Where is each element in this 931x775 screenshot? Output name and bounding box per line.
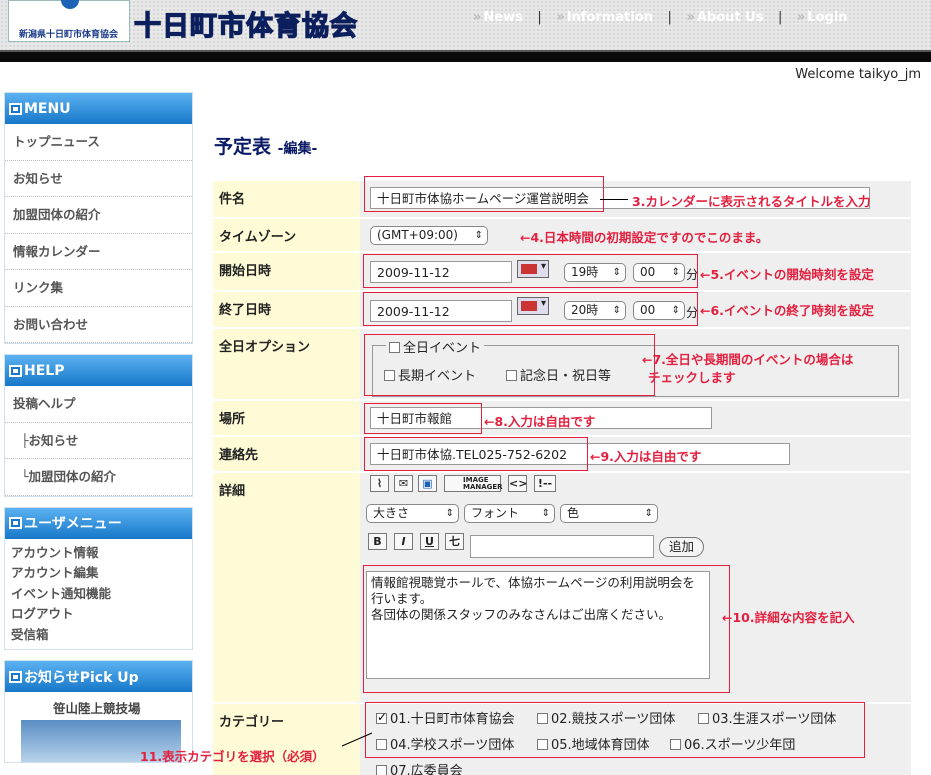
attach-icon[interactable]: ⌇ bbox=[370, 475, 389, 492]
double-chevron-icon: » bbox=[686, 10, 695, 25]
highlight-box bbox=[364, 403, 482, 434]
row-subject: 件名 十日町市体協ホームページ運営説明会 3.カレンダーに表示されるタイトルを入… bbox=[213, 176, 911, 219]
row-contact: 連絡先 十日町市体協.TEL025-752-6202 ←9.入力は自由です bbox=[213, 437, 911, 473]
event-edit-form: 件名 十日町市体協ホームページ運営説明会 3.カレンダーに表示されるタイトルを入… bbox=[213, 176, 911, 775]
user-menu-title: ユーザメニュー bbox=[5, 507, 192, 539]
contact-label: 連絡先 bbox=[213, 437, 360, 471]
sidebar-item-top-news[interactable]: トップニュース bbox=[5, 124, 192, 161]
note-place: ←8.入力は自由です bbox=[484, 414, 596, 429]
font-size-select[interactable]: 大きさ bbox=[366, 504, 459, 523]
site-header: 新潟県十日町市体育協会 十日町市体育協会 » News | » Informatio… bbox=[0, 0, 931, 62]
start-label: 開始日時 bbox=[213, 253, 360, 290]
image-icon[interactable]: ▣ bbox=[418, 475, 437, 492]
sidebar-item-links[interactable]: リンク集 bbox=[5, 270, 192, 307]
highlight-box bbox=[363, 254, 698, 288]
panel-icon bbox=[9, 517, 22, 529]
user-item-event-notify[interactable]: イベント通知機能 bbox=[5, 584, 192, 605]
help-item-notices[interactable]: ├お知らせ bbox=[5, 423, 192, 459]
double-chevron-icon: » bbox=[473, 10, 482, 25]
row-timezone: タイムゾーン (GMT+09:00) ←4.日本時間の初期設定ですのでこのまま。 bbox=[213, 219, 911, 253]
note-category: 11.表示カテゴリを選択（必須） bbox=[140, 749, 325, 764]
nav-login[interactable]: Login bbox=[807, 10, 847, 25]
bold-button[interactable]: B bbox=[368, 533, 387, 550]
highlight-box bbox=[364, 176, 604, 212]
logo-small-text: 新潟県十日町市体育協会 bbox=[19, 30, 119, 40]
row-place: 場所 十日町市報館 ←8.入力は自由です bbox=[213, 401, 911, 437]
highlight-box bbox=[364, 334, 655, 396]
nav-information[interactable]: Information bbox=[567, 10, 653, 25]
help-panel-title: HELP bbox=[5, 355, 192, 386]
row-start: 開始日時 2009-11-12 19時 00 分 ←5.イベントの開始時刻を設定 bbox=[213, 253, 911, 292]
panel-icon bbox=[9, 364, 22, 377]
pickup-panel-title: お知らせPick Up bbox=[5, 661, 192, 692]
highlight-box bbox=[364, 437, 588, 471]
mail-icon[interactable]: ✉ bbox=[394, 475, 413, 492]
menu-panel: MENU トップニュース お知らせ 加盟団体の紹介 情報カレンダー リンク集 お… bbox=[4, 92, 193, 344]
code-button[interactable]: <> bbox=[508, 475, 527, 492]
font-family-select[interactable]: フォント bbox=[464, 504, 555, 523]
note-end: ←6.イベントの終了時刻を設定 bbox=[700, 303, 874, 318]
comment-button[interactable]: !-- bbox=[534, 475, 556, 492]
row-end: 終了日時 2009-11-12 20時 00 分 ←6.イベントの終了時刻を設定 bbox=[213, 292, 911, 329]
double-chevron-icon: » bbox=[796, 10, 806, 25]
user-menu-panel: ユーザメニュー アカウント情報 アカウント編集 イベント通知機能 ログアウト 受… bbox=[4, 506, 193, 650]
header-bar bbox=[0, 50, 931, 62]
sidebar-item-contact[interactable]: お問い合わせ bbox=[5, 307, 192, 343]
help-panel: HELP 投稿ヘルプ ├お知らせ └加盟団体の紹介 bbox=[4, 354, 193, 497]
allday-label: 全日オプション bbox=[213, 329, 360, 399]
user-item-account-info[interactable]: アカウント情報 bbox=[5, 543, 192, 564]
add-button[interactable]: 追加 bbox=[659, 537, 705, 557]
image-manager-button[interactable]: IMAGE MANAGER bbox=[444, 475, 503, 492]
welcome-text: Welcome taikyo_jm bbox=[795, 67, 921, 82]
nav-news[interactable]: News bbox=[483, 10, 522, 25]
help-item-posting[interactable]: 投稿ヘルプ bbox=[5, 386, 192, 423]
note-start: ←5.イベントの開始時刻を設定 bbox=[700, 267, 874, 282]
menu-panel-title: MENU bbox=[5, 93, 192, 124]
site-logo[interactable]: 新潟県十日町市体育協会 bbox=[8, 0, 130, 42]
detail-label: 詳細 bbox=[213, 473, 360, 702]
note-contact: ←9.入力は自由です bbox=[590, 449, 702, 464]
sidebar-item-groups[interactable]: 加盟団体の紹介 bbox=[5, 197, 192, 234]
strike-button[interactable]: 七 bbox=[445, 533, 464, 550]
note-allday-2: チェックします bbox=[648, 370, 736, 385]
note-detail: ←10.詳細な内容を記入 bbox=[722, 610, 855, 625]
place-label: 場所 bbox=[213, 401, 360, 435]
highlight-box bbox=[363, 292, 698, 326]
end-label: 終了日時 bbox=[213, 292, 360, 327]
top-nav: » News | » Information | » About Us | » Logi… bbox=[473, 10, 848, 25]
underline-button[interactable]: U bbox=[420, 533, 439, 550]
note-subject: 3.カレンダーに表示されるタイトルを入力 bbox=[632, 194, 871, 209]
color-select[interactable]: 色 bbox=[560, 504, 658, 523]
sidebar-item-calendar[interactable]: 情報カレンダー bbox=[5, 234, 192, 270]
highlight-box bbox=[365, 702, 865, 758]
user-item-logout[interactable]: ログアウト bbox=[5, 604, 192, 625]
logo-mark-icon bbox=[61, 0, 79, 9]
note-timezone: ←4.日本時間の初期設定ですのでこのまま。 bbox=[520, 230, 769, 245]
row-detail: 詳細 ⌇ ✉ ▣ IMAGEMANAGER <> !-- 大きさ フォント 色 … bbox=[213, 473, 911, 704]
category-checkbox-07[interactable]: 07.広委員会 bbox=[376, 760, 463, 775]
panel-icon bbox=[9, 670, 22, 683]
logo-title: 十日町市体育協会 bbox=[133, 10, 358, 42]
row-allday: 全日オプション 全日イベント 長期イベント 記念日・祝日等 ←7.全日や長期間の… bbox=[213, 329, 911, 401]
timezone-label: タイムゾーン bbox=[213, 219, 360, 251]
sidebar: MENU トップニュース お知らせ 加盟団体の紹介 情報カレンダー リンク集 お… bbox=[4, 92, 193, 763]
panel-icon bbox=[9, 102, 22, 115]
page-title: 予定表 -編集- bbox=[214, 136, 318, 158]
user-item-inbox[interactable]: 受信箱 bbox=[5, 625, 192, 646]
pickup-caption[interactable]: 笹山陸上競技場 bbox=[53, 698, 141, 717]
subject-label: 件名 bbox=[213, 181, 360, 217]
sidebar-item-notices[interactable]: お知らせ bbox=[5, 161, 192, 197]
italic-button[interactable]: I bbox=[394, 533, 413, 550]
help-item-groups[interactable]: └加盟団体の紹介 bbox=[5, 459, 192, 496]
highlight-box bbox=[363, 565, 730, 693]
link-url-input[interactable] bbox=[470, 535, 654, 558]
timezone-select[interactable]: (GMT+09:00) bbox=[370, 226, 488, 245]
note-allday: ←7.全日や長期間のイベントの場合は bbox=[642, 352, 854, 367]
user-item-account-edit[interactable]: アカウント編集 bbox=[5, 563, 192, 584]
double-chevron-icon: » bbox=[556, 10, 565, 25]
nav-about[interactable]: About Us bbox=[697, 10, 764, 25]
